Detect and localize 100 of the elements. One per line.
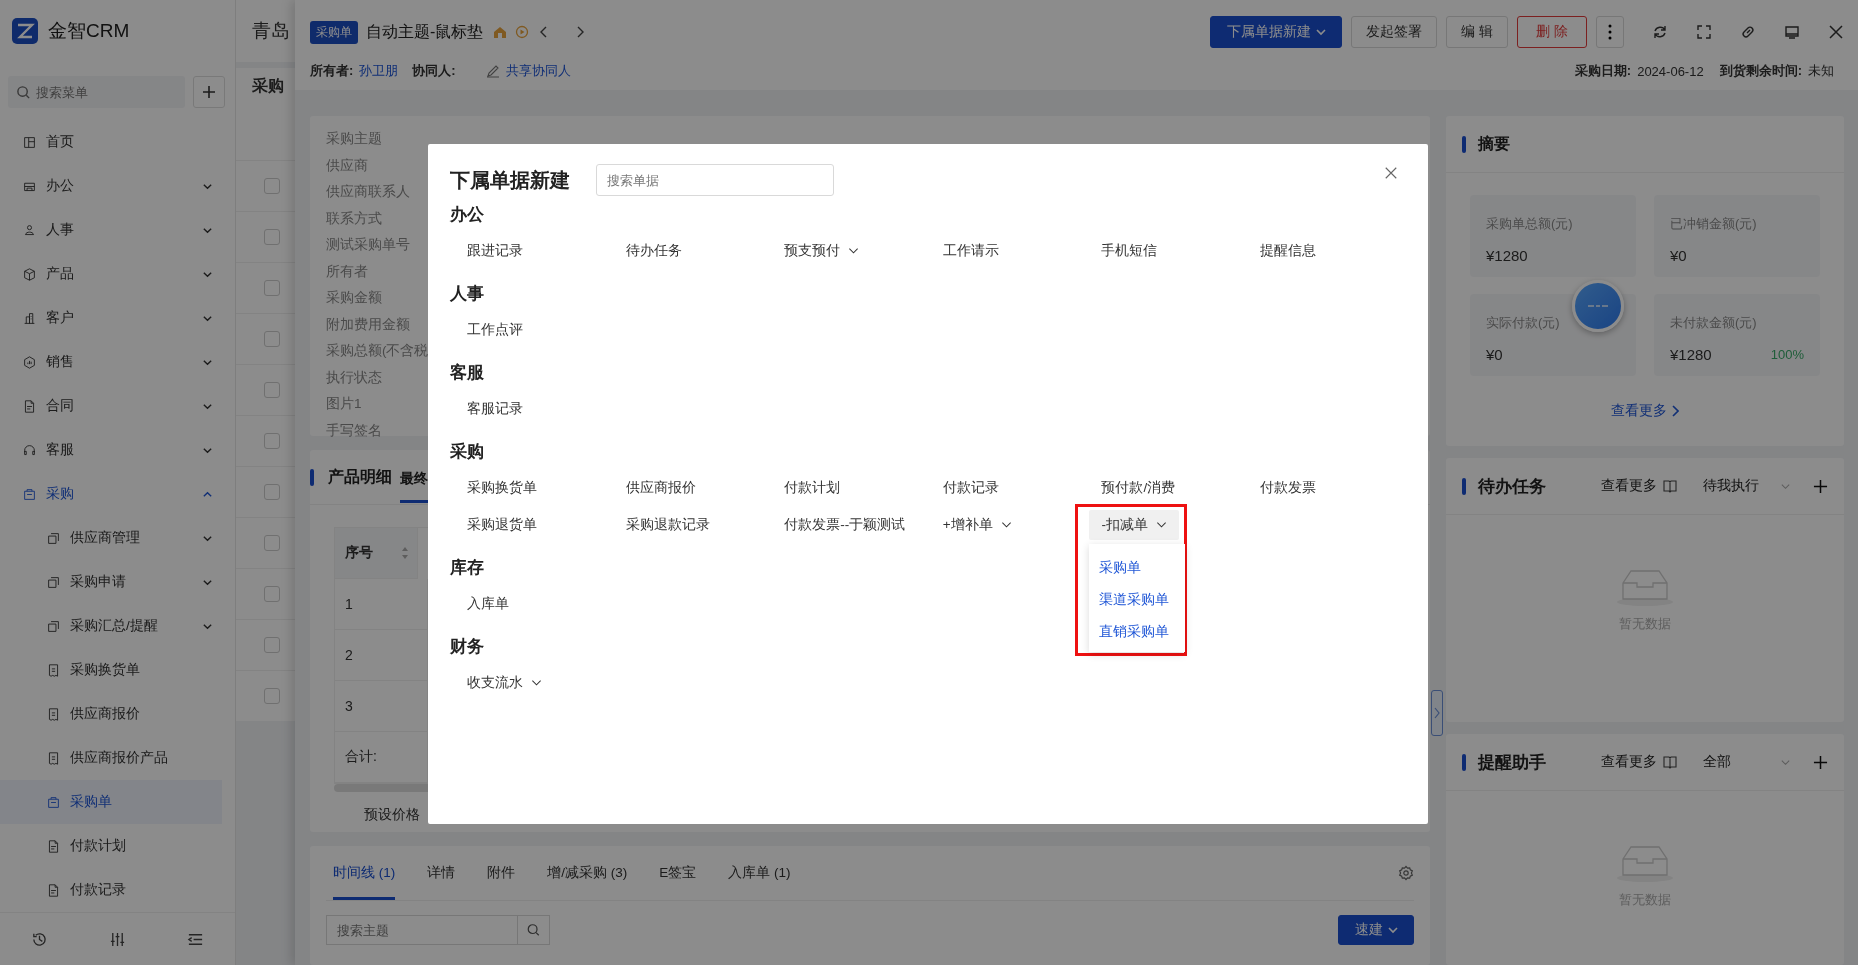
- nav-item[interactable]: 客户: [0, 296, 235, 340]
- section-title: 产品明细: [328, 466, 392, 487]
- record-type-option[interactable]: 付款发票: [1247, 472, 1328, 503]
- search-field[interactable]: 搜索主题: [326, 915, 518, 945]
- menu-option[interactable]: 直销采购单: [1097, 615, 1186, 648]
- app-name: 金智CRM: [48, 19, 130, 43]
- nav-item[interactable]: 人事: [0, 208, 235, 252]
- field-label: 所有者: [326, 262, 368, 281]
- group-heading: 财务: [450, 636, 484, 658]
- field-label: 采购总额(不含税: [326, 342, 429, 360]
- nav-item[interactable]: 首页: [0, 120, 235, 164]
- record-type-option[interactable]: 付款计划: [772, 472, 853, 503]
- tab[interactable]: 时间线 (1): [333, 846, 396, 900]
- field-label: 手写签名: [326, 421, 382, 440]
- action-button[interactable]: 编 辑: [1446, 16, 1509, 48]
- tab[interactable]: 增/减采购 (3): [547, 846, 628, 900]
- record-type-option[interactable]: 入库单: [455, 588, 521, 619]
- menu-search-field[interactable]: 搜索菜单: [8, 76, 185, 108]
- view-more-link[interactable]: 查看更多: [1601, 753, 1657, 771]
- nav-subitem[interactable]: 采购单: [0, 780, 222, 824]
- record-type-option[interactable]: 跟进记录: [455, 235, 535, 266]
- meta-value: 未知: [1808, 62, 1834, 80]
- nav-item[interactable]: 办公: [0, 164, 235, 208]
- nav-subitem[interactable]: 采购申请: [0, 560, 235, 604]
- nav-item[interactable]: 销售: [0, 340, 235, 384]
- record-type-option[interactable]: 工作请示: [930, 235, 1011, 266]
- nav-item[interactable]: 采购: [0, 472, 235, 516]
- nav-subitem[interactable]: 采购换货单: [0, 648, 235, 692]
- tab[interactable]: 详情: [427, 846, 456, 900]
- record-type-option[interactable]: 付款发票--于颖测试: [772, 509, 918, 540]
- meta-label: 到货剩余时间:: [1719, 62, 1802, 80]
- record-type-option[interactable]: 提醒信息: [1247, 235, 1328, 266]
- nav-subitem[interactable]: 供应商报价: [0, 692, 235, 736]
- record-type-option[interactable]: 待办任务: [613, 235, 694, 266]
- delete-button[interactable]: 删 除: [1517, 16, 1587, 48]
- record-type-option[interactable]: 付款记录: [930, 472, 1011, 503]
- tab[interactable]: 附件: [487, 846, 516, 900]
- action-button[interactable]: 发起签署: [1351, 16, 1438, 48]
- record-type-option[interactable]: 预付款/消费: [1089, 472, 1188, 503]
- record-type-dropdown[interactable]: 预支预付: [772, 235, 872, 266]
- page-title: 青岛: [236, 0, 296, 62]
- stat-value: ¥0: [1486, 346, 1503, 363]
- field-label: 采购金额: [326, 289, 382, 307]
- meta-label: 采购日期:: [1574, 62, 1632, 80]
- field-label: 供应商联系人: [326, 183, 410, 201]
- menu-option[interactable]: 采购单: [1097, 551, 1186, 584]
- record-type-dropdown[interactable]: +增补单: [930, 509, 1024, 540]
- card-title: 待办任务: [1478, 475, 1546, 498]
- dialog-title: 下属单据新建: [450, 167, 570, 193]
- group-heading: 人事: [450, 283, 484, 305]
- tab[interactable]: 入库单 (1): [728, 846, 791, 900]
- group-heading: 办公: [450, 204, 484, 226]
- record-type-option[interactable]: 客服记录: [455, 393, 535, 424]
- stat-value: ¥1280: [1670, 346, 1712, 363]
- field-label: 测试采购单号: [326, 236, 410, 254]
- nav-subitem[interactable]: 供应商管理: [0, 516, 235, 560]
- group-heading: 采购: [450, 441, 484, 463]
- record-type-dropdown[interactable]: 收支流水: [455, 667, 554, 698]
- owner-label: 所有者:: [310, 62, 354, 80]
- field-label: 联系方式: [326, 209, 382, 228]
- nav-subitem[interactable]: 采购汇总/提醒: [0, 604, 235, 648]
- card-title: 提醒助手: [1478, 751, 1546, 774]
- search-field[interactable]: 搜索单据: [596, 164, 834, 196]
- share-collaborator-link[interactable]: 共享协同人: [505, 62, 571, 80]
- group-heading: 客服: [450, 362, 484, 384]
- nav-subitem[interactable]: 供应商报价产品: [0, 736, 235, 780]
- field-label: 执行状态: [326, 368, 382, 387]
- nav-item[interactable]: 合同: [0, 384, 235, 428]
- field-label: 附加费用金额: [326, 315, 410, 334]
- create-sub-record-button[interactable]: 下属单据新建: [1210, 16, 1343, 48]
- nav-subitem[interactable]: 付款计划: [0, 824, 235, 868]
- list-heading: 采购: [251, 76, 285, 96]
- record-type-tag: 采购单: [310, 20, 358, 44]
- view-more-link[interactable]: 查看更多: [1601, 477, 1657, 495]
- record-type-dropdown[interactable]: -扣减单: [1089, 509, 1179, 540]
- stat-label: 采购单总额(元): [1486, 215, 1574, 233]
- record-type-option[interactable]: 供应商报价: [613, 472, 708, 503]
- record-type-option[interactable]: 采购退货单: [455, 509, 549, 540]
- record-type-option[interactable]: 采购换货单: [455, 472, 549, 503]
- stat-label: 实际付款(元): [1486, 314, 1561, 332]
- quick-create-button[interactable]: 速建: [1338, 915, 1414, 945]
- owner-link[interactable]: 孙卫朋: [359, 62, 399, 80]
- menu-option[interactable]: 渠道采购单: [1097, 583, 1186, 616]
- nav-item[interactable]: 客服: [0, 428, 235, 472]
- field-label: 供应商: [326, 156, 368, 175]
- record-type-option[interactable]: 手机短信: [1089, 235, 1170, 266]
- nav-item[interactable]: 产品: [0, 252, 235, 296]
- record-type-option[interactable]: 采购退款记录: [613, 509, 722, 540]
- tab[interactable]: E签宝: [659, 846, 697, 900]
- percent-text: 100%: [1770, 347, 1804, 362]
- price-summary-text: 预设价格: [364, 806, 421, 824]
- record-type-option[interactable]: 工作点评: [455, 314, 535, 345]
- column-header[interactable]: 序号: [335, 528, 418, 579]
- stat-label: 未付款金额(元): [1670, 314, 1758, 332]
- filter-select[interactable]: 全部: [1703, 753, 1791, 771]
- filter-select[interactable]: 待我执行: [1703, 477, 1791, 495]
- stat-value: ¥0: [1670, 247, 1687, 264]
- view-more-link[interactable]: 查看更多: [1611, 402, 1679, 420]
- field-label: 图片1: [326, 395, 362, 413]
- nav-subitem[interactable]: 付款记录: [0, 868, 235, 912]
